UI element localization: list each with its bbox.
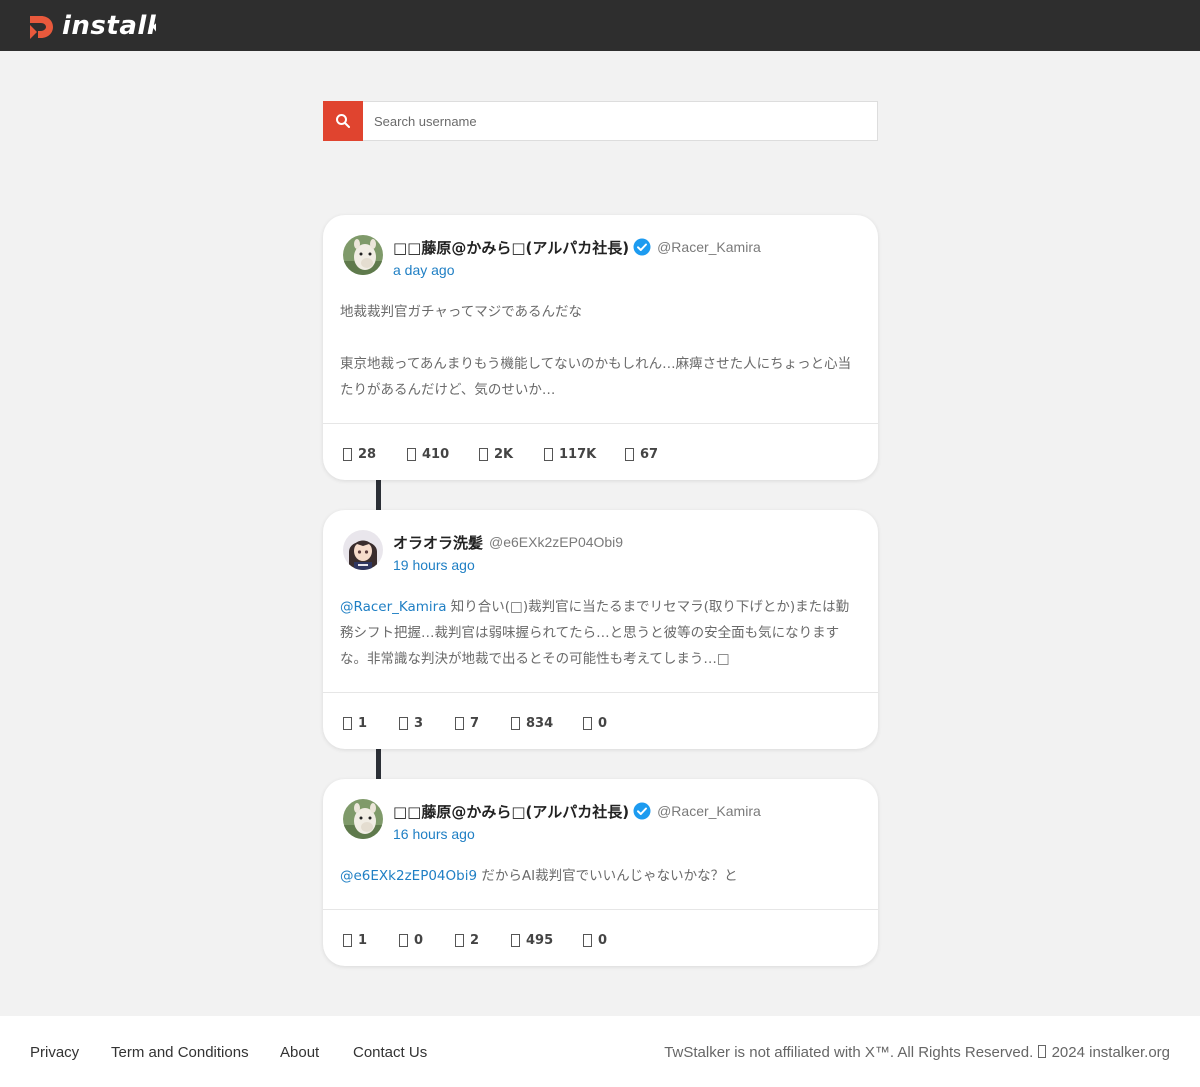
chart-icon: [511, 933, 520, 947]
footer-link-terms[interactable]: Term and Conditions: [111, 1044, 249, 1061]
logo-icon: [30, 16, 53, 39]
tweet-stats: 1 3 7 834 0: [343, 713, 607, 733]
logo-text: instalk: [62, 11, 156, 41]
copyright-text: TwStalker is not affiliated with X™. All…: [664, 1044, 1170, 1061]
reply-count[interactable]: 28: [343, 447, 407, 462]
tweet-stats: 28 410 2K 117K 67: [343, 444, 658, 464]
verified-badge-icon: [633, 238, 651, 256]
user-handle[interactable]: @e6EXk2zEP04Obi9: [489, 534, 623, 550]
tweet-body: @e6EXk2zEP04Obi9 だからAI裁判官でいいんじゃないかな？と: [340, 863, 860, 889]
user-handle[interactable]: @Racer_Kamira: [657, 803, 761, 819]
like-count[interactable]: 2: [455, 933, 511, 948]
anime-avatar-icon: [343, 530, 383, 570]
tweet-time[interactable]: 19 hours ago: [393, 557, 475, 573]
copyright-icon: [1038, 1045, 1047, 1058]
author-row: □□藤原@かみら□(アルパカ社長) @Racer_Kamira: [393, 235, 761, 259]
alpaca-avatar-icon: [343, 799, 383, 839]
search-bar: [323, 101, 878, 141]
tweet-body: @Racer_Kamira 知り合い(□)裁判官に当たるまでリセマラ(取り下げと…: [340, 594, 860, 672]
site-logo[interactable]: instalk: [28, 8, 156, 44]
view-count[interactable]: 495: [511, 933, 583, 948]
like-count[interactable]: 2K: [479, 447, 544, 462]
author-row: □□藤原@かみら□(アルパカ社長) @Racer_Kamira: [393, 799, 761, 823]
footer: Privacy Term and Conditions About Contac…: [0, 1016, 1200, 1087]
avatar[interactable]: [343, 530, 383, 570]
tweet-text: だからAI裁判官でいいんじゃないかな？と: [477, 868, 738, 884]
like-count[interactable]: 7: [455, 716, 511, 731]
bookmark-icon: [625, 447, 634, 461]
display-name[interactable]: □□藤原@かみら□(アルパカ社長): [393, 237, 629, 258]
display-name[interactable]: オラオラ洗髪: [393, 532, 483, 553]
top-bar: instalk: [0, 0, 1200, 51]
display-name[interactable]: □□藤原@かみら□(アルパカ社長): [393, 801, 629, 822]
user-handle[interactable]: @Racer_Kamira: [657, 239, 761, 255]
divider: [323, 423, 878, 424]
author-row: オラオラ洗髪 @e6EXk2zEP04Obi9: [393, 530, 623, 554]
heart-icon: [455, 933, 464, 947]
divider: [323, 692, 878, 693]
search-icon: [336, 114, 350, 128]
retweet-count[interactable]: 0: [399, 933, 455, 948]
heart-icon: [455, 716, 464, 730]
footer-link-contact[interactable]: Contact Us: [353, 1044, 427, 1061]
tweet-card[interactable]: オラオラ洗髪 @e6EXk2zEP04Obi9 19 hours ago @Ra…: [323, 510, 878, 749]
tweet-card[interactable]: □□藤原@かみら□(アルパカ社長) @Racer_Kamira a day ag…: [323, 215, 878, 480]
bookmark-count[interactable]: 0: [583, 933, 607, 948]
mention-link[interactable]: @e6EXk2zEP04Obi9: [340, 868, 477, 884]
avatar[interactable]: [343, 799, 383, 839]
retweet-icon: [407, 447, 416, 461]
tweet-card[interactable]: □□藤原@かみら□(アルパカ社長) @Racer_Kamira 16 hours…: [323, 779, 878, 966]
tweet-time[interactable]: 16 hours ago: [393, 826, 475, 842]
view-count[interactable]: 834: [511, 716, 583, 731]
thread-connector: [376, 749, 381, 779]
bookmark-count[interactable]: 67: [625, 447, 658, 462]
avatar[interactable]: [343, 235, 383, 275]
reply-count[interactable]: 1: [343, 716, 399, 731]
bookmark-count[interactable]: 0: [583, 716, 607, 731]
view-count[interactable]: 117K: [544, 447, 625, 462]
footer-link-privacy[interactable]: Privacy: [30, 1044, 79, 1061]
search-button[interactable]: [323, 101, 363, 141]
tweet-text-line: 地裁裁判官ガチャってマジであるんだな: [340, 304, 583, 320]
reply-icon: [343, 933, 352, 947]
reply-icon: [343, 716, 352, 730]
mention-link[interactable]: @Racer_Kamira: [340, 599, 447, 615]
retweet-count[interactable]: 410: [407, 447, 479, 462]
footer-link-about[interactable]: About: [280, 1044, 319, 1061]
thread-connector: [376, 480, 381, 510]
tweet-time[interactable]: a day ago: [393, 262, 455, 278]
tweet-text-line: 東京地裁ってあんまりもう機能してないのかもしれん…麻痺させた人にちょっと心当たり…: [340, 356, 852, 398]
chart-icon: [511, 716, 520, 730]
search-input[interactable]: [363, 102, 877, 140]
divider: [323, 909, 878, 910]
chart-icon: [544, 447, 553, 461]
reply-count[interactable]: 1: [343, 933, 399, 948]
heart-icon: [479, 447, 488, 461]
retweet-count[interactable]: 3: [399, 716, 455, 731]
retweet-icon: [399, 933, 408, 947]
bookmark-icon: [583, 716, 592, 730]
bookmark-icon: [583, 933, 592, 947]
retweet-icon: [399, 716, 408, 730]
tweet-body: 地裁裁判官ガチャってマジであるんだな 東京地裁ってあんまりもう機能してないのかも…: [340, 299, 860, 403]
alpaca-avatar-icon: [343, 235, 383, 275]
verified-badge-icon: [633, 802, 651, 820]
reply-icon: [343, 447, 352, 461]
tweet-stats: 1 0 2 495 0: [343, 930, 607, 950]
